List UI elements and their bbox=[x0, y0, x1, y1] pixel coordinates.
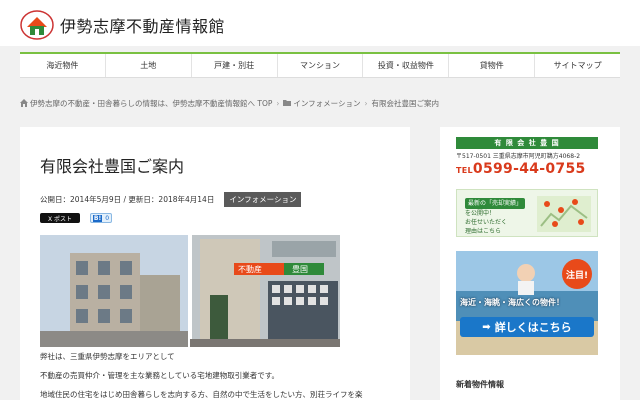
house-logo-icon bbox=[20, 10, 54, 40]
post-paragraph: 地域住民の住宅をはじめ田舎暮らしを志向する方、自然の中で生活をしたい方、別荘ライ… bbox=[40, 390, 363, 399]
sidebar: 有 限 会 社 豊 国 〒517-0501 三重県志摩市阿児町鵜方4068-2 … bbox=[440, 127, 620, 400]
post-paragraph: 弊社は、三重県伊勢志摩をエリアとして bbox=[40, 352, 175, 361]
nav-item-rental[interactable]: 貸物件 bbox=[449, 54, 536, 77]
company-phone: TEL0599-44-0755 bbox=[456, 161, 598, 177]
photo-sign-text: 不動産 bbox=[238, 264, 262, 274]
photo-sign-name: 豊国 bbox=[292, 264, 308, 274]
site-logo[interactable]: 伊勢志摩不動産情報館 bbox=[20, 10, 225, 40]
sales-record-line2: を公開中！ bbox=[465, 210, 496, 217]
phone-prefix: TEL bbox=[456, 166, 473, 175]
site-header: 伊勢志摩不動産情報館 bbox=[0, 0, 640, 46]
global-nav: 海近物件 土地 戸建・別荘 マンション 投資・収益物件 貸物件 サイトマップ bbox=[20, 52, 620, 78]
nav-item-land[interactable]: 土地 bbox=[106, 54, 192, 77]
new-listings-heading: 新着物件情報 bbox=[456, 380, 504, 389]
nav-item-umichika[interactable]: 海近物件 bbox=[20, 54, 106, 77]
breadcrumb-category-link[interactable]: インフォメーション bbox=[293, 98, 360, 109]
nav-item-investment[interactable]: 投資・収益物件 bbox=[363, 54, 450, 77]
post-body: 弊社は、三重県伊勢志摩をエリアとして 不動産の売買仲介・管理を主な業務としている… bbox=[40, 351, 400, 400]
site-title[interactable]: 伊勢志摩不動産情報館 bbox=[60, 13, 225, 37]
arrow-right-icon: ➡ bbox=[482, 321, 491, 333]
main-content: 有限会社豊国ご案内 公開日：2014年5月9日 / 更新日：2018年4月14日… bbox=[20, 127, 410, 400]
company-contact-banner[interactable]: 有 限 会 社 豊 国 〒517-0501 三重県志摩市阿児町鵜方4068-2 … bbox=[456, 137, 598, 187]
details-button[interactable]: ➡ 詳しくはこちら bbox=[460, 317, 594, 337]
home-icon bbox=[20, 99, 28, 107]
map-pins-icon bbox=[537, 196, 591, 236]
seaside-catchphrase: 海近・海眺・海広くの物件！ bbox=[460, 298, 564, 307]
share-buttons: X ポスト B! 0 bbox=[40, 213, 112, 223]
page-title: 有限会社豊国ご案内 bbox=[40, 157, 185, 176]
sales-record-line4: 理由はこちら bbox=[465, 228, 502, 235]
sales-record-line3: お任せいただく bbox=[465, 219, 508, 226]
breadcrumb-separator: › bbox=[364, 98, 368, 108]
phone-number: 0599-44-0755 bbox=[472, 161, 586, 177]
breadcrumb: 伊勢志摩の不動産・田舎暮らしの情報は、伊勢志摩不動産情報館へ TOP › インフ… bbox=[20, 97, 439, 109]
office-photo: 不動産 豊国 bbox=[40, 235, 340, 347]
hatena-bookmark-button[interactable]: B! 0 bbox=[90, 213, 112, 223]
nav-item-house[interactable]: 戸建・別荘 bbox=[192, 54, 278, 77]
featured-badge: 注目! bbox=[562, 259, 592, 289]
seaside-properties-banner[interactable]: 注目! 海近・海眺・海広くの物件！ ➡ 詳しくはこちら bbox=[456, 251, 598, 355]
breadcrumb-home-link[interactable]: 伊勢志摩の不動産・田舎暮らしの情報は、伊勢志摩不動産情報館へ TOP bbox=[30, 98, 272, 109]
category-badge[interactable]: インフォメーション bbox=[224, 191, 302, 207]
folder-icon bbox=[283, 99, 292, 107]
company-address: 〒517-0501 三重県志摩市阿児町鵜方4068-2 bbox=[456, 153, 581, 160]
hatena-bookmark-icon: B! bbox=[92, 214, 103, 222]
sales-record-banner[interactable]: 最新の「売却実績」 を公開中！ お任せいただく 理由はこちら bbox=[456, 189, 598, 237]
nav-item-mansion[interactable]: マンション bbox=[278, 54, 364, 77]
post-paragraph: 不動産の売買仲介・管理を主な業務としている宅地建物取引業者です。 bbox=[40, 371, 280, 380]
breadcrumb-separator: › bbox=[276, 98, 280, 108]
company-name: 有 限 会 社 豊 国 bbox=[456, 137, 598, 149]
x-post-button[interactable]: X ポスト bbox=[40, 213, 80, 223]
nav-item-sitemap[interactable]: サイトマップ bbox=[535, 54, 620, 77]
post-date: 公開日：2014年5月9日 / 更新日：2018年4月14日 bbox=[40, 194, 215, 204]
hatena-bookmark-count: 0 bbox=[105, 214, 110, 222]
post-meta: 公開日：2014年5月9日 / 更新日：2018年4月14日 インフォメーション bbox=[40, 191, 302, 207]
sales-record-text: 最新の「売却実績」 を公開中！ お任せいただく 理由はこちら bbox=[465, 198, 526, 236]
sales-record-line1: 最新の「売却実績」 bbox=[465, 198, 526, 209]
breadcrumb-current: 有限会社豊国ご案内 bbox=[371, 98, 440, 108]
details-button-label: 詳しくはこちら bbox=[494, 321, 572, 334]
